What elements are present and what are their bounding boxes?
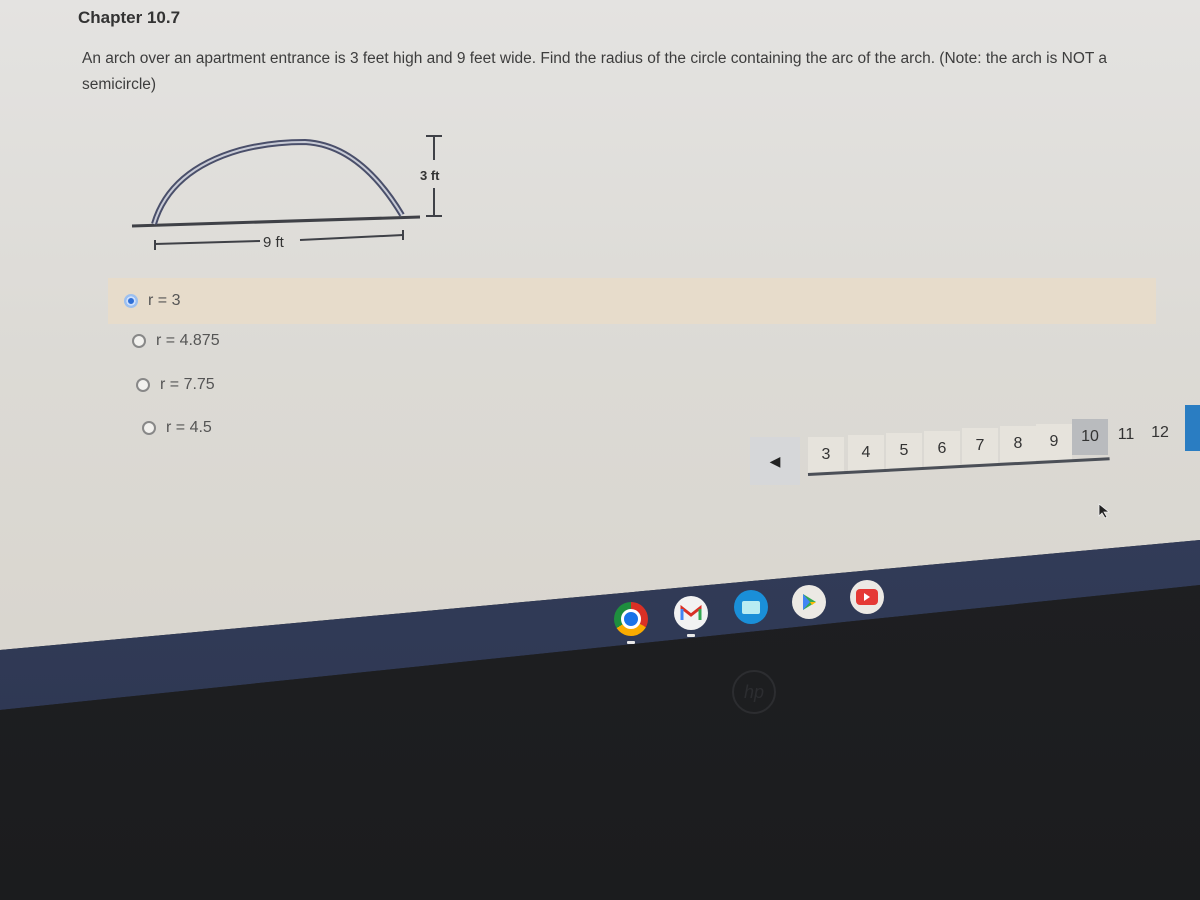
triangle-left-icon: ◀	[769, 452, 781, 469]
play-store-icon[interactable]	[792, 585, 826, 619]
option-row-4[interactable]: r = 4.5	[142, 419, 212, 437]
files-icon[interactable]	[734, 590, 768, 624]
chapter-title: Chapter 10.7	[78, 8, 181, 27]
option-label: r = 7.75	[160, 376, 215, 393]
next-page-button[interactable]	[1185, 405, 1200, 451]
page-button[interactable]: 7	[962, 428, 998, 464]
option-row-3[interactable]: r = 7.75	[136, 376, 215, 394]
option-row-2[interactable]: r = 4.875	[132, 332, 220, 350]
width-dimension: 9 ft	[154, 230, 404, 251]
youtube-icon[interactable]	[850, 580, 884, 614]
radio-unselected[interactable]	[132, 334, 146, 348]
option-label: r = 4.5	[166, 419, 212, 436]
height-label: 3 ft	[420, 168, 440, 183]
page-button[interactable]: 8	[1000, 426, 1036, 462]
page-button[interactable]: 3	[808, 437, 844, 473]
option-row-1[interactable]: r = 3	[108, 278, 1156, 324]
hp-logo: hp	[732, 670, 776, 714]
page-button[interactable]: 6	[924, 431, 960, 467]
page-button[interactable]: 12	[1142, 415, 1178, 451]
width-label: 9 ft	[263, 234, 285, 251]
radio-selected[interactable]	[124, 294, 138, 308]
gmail-icon[interactable]	[674, 596, 708, 630]
page-button[interactable]: 9	[1036, 424, 1072, 460]
running-indicator	[627, 641, 635, 644]
height-dimension: 3 ft	[420, 135, 442, 217]
radio-unselected[interactable]	[142, 421, 156, 435]
chrome-icon[interactable]	[614, 602, 648, 636]
page-button[interactable]: 4	[848, 435, 884, 471]
page-button[interactable]: 11	[1108, 417, 1144, 453]
mouse-cursor-icon	[1098, 503, 1111, 519]
option-label: r = 3	[148, 292, 181, 309]
page-button-current[interactable]: 10	[1072, 419, 1108, 455]
ground-line	[131, 215, 421, 228]
arch-curve	[151, 138, 405, 225]
page-button[interactable]: 5	[886, 433, 922, 469]
previous-page-button[interactable]: ◀	[750, 437, 800, 485]
question-text: An arch over an apartment entrance is 3 …	[82, 50, 1107, 93]
radio-unselected[interactable]	[136, 378, 150, 392]
running-indicator	[687, 634, 695, 637]
option-label: r = 4.875	[156, 332, 220, 349]
arch-diagram: 9 ft 3 ft	[131, 135, 442, 251]
